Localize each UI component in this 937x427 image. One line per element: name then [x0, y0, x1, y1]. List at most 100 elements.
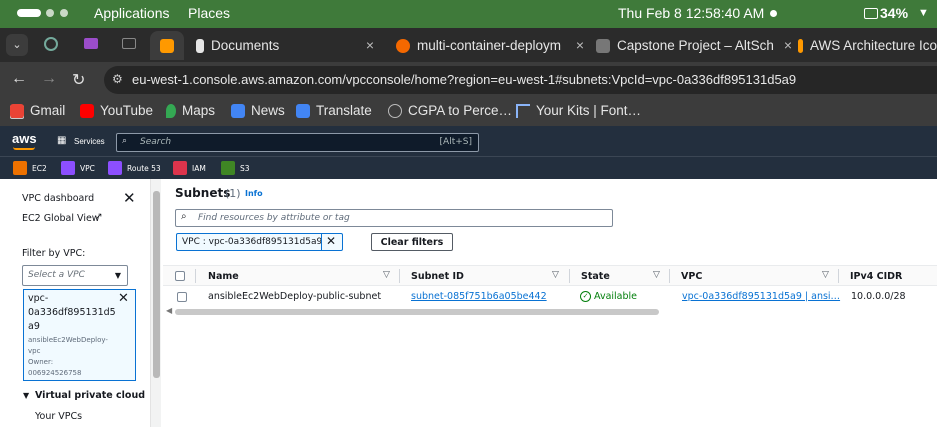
- virtual-private-cloud-section[interactable]: Virtual private cloud: [35, 390, 145, 401]
- table-horizontal-scrollbar[interactable]: ◀: [163, 306, 937, 317]
- bookmark-label: News: [251, 103, 285, 118]
- applications-menu[interactable]: Applications: [94, 5, 170, 21]
- tab-search-icon[interactable]: ⌄: [6, 34, 28, 56]
- side-nav-scrollbar[interactable]: [150, 179, 161, 427]
- vpc-select-placeholder: Select a VPC: [28, 270, 85, 280]
- tab-label: multi-container-deploym: [417, 38, 562, 53]
- sort-icon[interactable]: ▽: [822, 270, 829, 280]
- close-nav-icon[interactable]: ✕: [123, 191, 136, 206]
- info-link[interactable]: Info: [245, 189, 263, 198]
- gmail-icon: [10, 103, 24, 118]
- nav-ec2-global-view[interactable]: EC2 Global View: [22, 213, 100, 224]
- tab-multi-container[interactable]: multi-container-deploym ×: [396, 31, 588, 60]
- close-tab-icon[interactable]: ×: [779, 37, 792, 53]
- column-divider[interactable]: [838, 269, 839, 283]
- nav-your-vpcs[interactable]: Your VPCs: [35, 411, 82, 422]
- back-arrow-icon[interactable]: ←: [11, 70, 27, 88]
- services-grid-icon[interactable]: ▦: [57, 135, 67, 146]
- bookmark-font-kits[interactable]: Your Kits | Font…: [516, 103, 641, 118]
- vpc-owner-id: 006924526758: [28, 369, 82, 377]
- forward-arrow-icon[interactable]: →: [41, 70, 57, 88]
- reload-icon[interactable]: ↻: [72, 70, 85, 90]
- workspace-dot[interactable]: [46, 9, 54, 17]
- url-text[interactable]: eu-west-1.console.aws.amazon.com/vpccons…: [132, 72, 796, 87]
- column-header-vpc[interactable]: VPC: [681, 271, 702, 282]
- remove-filter-token-icon[interactable]: ✕: [326, 234, 336, 248]
- column-header-ipv4-cidr[interactable]: IPv4 CIDR: [850, 271, 902, 282]
- subnet-id-link[interactable]: subnet-085f751b6a05be442: [411, 291, 547, 302]
- site-info-icon[interactable]: ⚙: [112, 72, 123, 86]
- favorite-s3[interactable]: S3: [221, 161, 250, 175]
- youtube-icon: [80, 103, 94, 118]
- favorite-vpc[interactable]: VPC: [61, 161, 95, 175]
- select-all-checkbox[interactable]: [175, 271, 185, 281]
- vpc-select[interactable]: Select a VPC ▼: [22, 265, 128, 286]
- scrollbar-thumb[interactable]: [153, 191, 160, 378]
- favorites-bar: EC2 VPC Route 53 IAM S3: [0, 156, 937, 179]
- translate-icon: [296, 103, 310, 118]
- news-icon: [231, 103, 245, 118]
- token-divider: [321, 234, 322, 250]
- places-menu[interactable]: Places: [188, 5, 230, 21]
- vpc-id-line: 0a336df895131d5: [28, 307, 116, 318]
- column-divider[interactable]: [669, 269, 670, 283]
- bookmark-youtube[interactable]: YouTube: [80, 103, 153, 118]
- column-divider[interactable]: [569, 269, 570, 283]
- bookmark-label: Maps: [182, 103, 216, 118]
- chatgpt-tab-icon[interactable]: [44, 37, 58, 51]
- clock[interactable]: Thu Feb 8 12:58:40 AM: [618, 5, 764, 21]
- close-tab-icon[interactable]: ×: [366, 37, 374, 53]
- filter-input[interactable]: ⌕ Find resources by attribute or tag: [175, 209, 613, 227]
- tab-aws-active[interactable]: [150, 31, 184, 60]
- mail-tab-icon[interactable]: [84, 38, 98, 49]
- scrollbar-thumb[interactable]: [175, 309, 659, 315]
- caret-down-icon: ▼: [114, 271, 121, 280]
- tab-aws-architecture[interactable]: AWS Architecture Ico: [798, 31, 937, 60]
- subnets-panel: Subnets (1) Info ⌕ Find resources by att…: [161, 179, 937, 427]
- clear-filters-button[interactable]: Clear filters: [371, 233, 453, 251]
- column-header-state[interactable]: State: [581, 271, 610, 282]
- address-bar[interactable]: ⚙ eu-west-1.console.aws.amazon.com/vpcco…: [104, 66, 937, 94]
- selected-vpc-token: vpc- 0a336df895131d5 a9 ansibleEc2WebDep…: [23, 289, 136, 381]
- bookmark-translate[interactable]: Translate: [296, 103, 372, 118]
- bookmark-news[interactable]: News: [231, 103, 285, 118]
- ec2-icon: [13, 161, 27, 175]
- documents-tab-icon: [196, 38, 204, 53]
- row-checkbox[interactable]: [177, 292, 187, 302]
- table-row[interactable]: ansibleEc2WebDeploy-public-subnet subnet…: [163, 287, 937, 307]
- bookmark-cgpa[interactable]: CGPA to Perce…: [388, 103, 512, 118]
- aws-search-input[interactable]: ⌕ Search [Alt+S]: [116, 133, 479, 152]
- sort-icon[interactable]: ▽: [653, 270, 660, 280]
- search-icon: ⌕: [122, 136, 128, 146]
- battery-percent: 34%: [880, 5, 909, 21]
- vpc-link[interactable]: vpc-0a336df895131d5a9 | ansi…: [682, 291, 840, 302]
- services-menu[interactable]: Services: [74, 137, 105, 146]
- aws-logo[interactable]: aws: [12, 131, 37, 146]
- workspace-dot[interactable]: [60, 9, 68, 17]
- aws-console-header: aws ▦ Services ⌕ Search [Alt+S]: [0, 126, 937, 156]
- column-divider[interactable]: [399, 269, 400, 283]
- bookmark-gmail[interactable]: Gmail: [10, 103, 65, 118]
- favorite-route53[interactable]: Route 53: [108, 161, 161, 175]
- favorite-iam[interactable]: IAM: [173, 161, 206, 175]
- close-tab-icon[interactable]: ×: [571, 37, 584, 53]
- pinned-tab-icon[interactable]: [122, 38, 136, 49]
- favorite-ec2[interactable]: EC2: [13, 161, 47, 175]
- vpc-id-line: a9: [28, 321, 40, 332]
- sort-icon[interactable]: ▽: [552, 270, 559, 280]
- tab-capstone[interactable]: Capstone Project – AltSch ×: [596, 31, 796, 60]
- grafana-tab-icon: [396, 38, 410, 53]
- caret-down-icon[interactable]: ▼: [23, 391, 29, 400]
- ipv4-cidr-cell: 10.0.0.0/28: [851, 291, 906, 302]
- activities-indicator[interactable]: [17, 9, 41, 17]
- remove-vpc-filter-icon[interactable]: ✕: [118, 291, 129, 306]
- column-header-subnet-id[interactable]: Subnet ID: [411, 271, 464, 282]
- chevron-down-icon[interactable]: ▼: [918, 7, 929, 19]
- scroll-left-icon[interactable]: ◀: [166, 306, 172, 315]
- sort-icon[interactable]: ▽: [383, 270, 390, 280]
- search-shortcut: [Alt+S]: [439, 137, 472, 147]
- tab-documents[interactable]: Documents ×: [196, 31, 382, 60]
- nav-vpc-dashboard[interactable]: VPC dashboard: [22, 193, 94, 204]
- bookmark-maps[interactable]: Maps: [166, 103, 215, 118]
- column-header-name[interactable]: Name: [208, 271, 239, 282]
